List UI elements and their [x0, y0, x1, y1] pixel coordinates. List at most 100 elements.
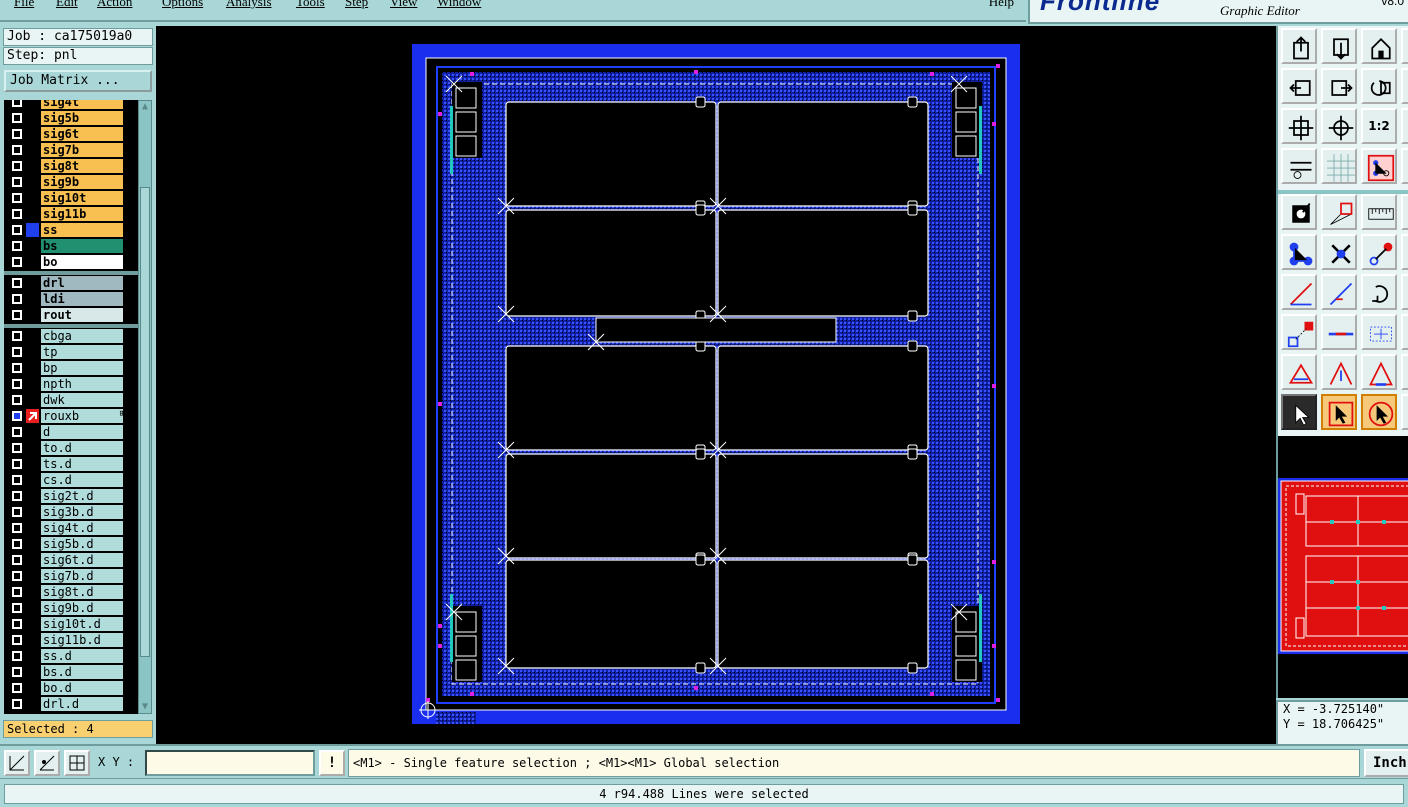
home-button[interactable]: [1361, 28, 1397, 64]
layer-color-indicator[interactable]: [26, 425, 39, 439]
layer-color-indicator[interactable]: [26, 617, 39, 631]
zoom-1-2-button[interactable]: 1:2: [1361, 108, 1397, 144]
layer-name[interactable]: bo: [41, 255, 123, 269]
layer-name[interactable]: sig8t: [41, 159, 123, 173]
layer-name[interactable]: sig6t: [41, 127, 123, 141]
layer-expand-icon[interactable]: ⊞: [120, 409, 125, 419]
open-job-button[interactable]: [1281, 28, 1317, 64]
layer-row-sig5b[interactable]: sig5b: [4, 110, 138, 126]
layer-row-to-d[interactable]: to.d: [4, 440, 138, 456]
layer-checkbox[interactable]: [12, 177, 22, 187]
menu-action[interactable]: Action: [97, 0, 132, 10]
layer-name[interactable]: bs.d: [41, 665, 123, 679]
menu-analysis[interactable]: Analysis: [226, 0, 272, 10]
layer-color-indicator[interactable]: [26, 361, 39, 375]
scroll-down-arrow-icon[interactable]: ▼: [139, 701, 151, 713]
triangle-up-button[interactable]: [1321, 354, 1357, 390]
layer-checkbox[interactable]: [12, 100, 22, 107]
zoom-forward-button[interactable]: [1321, 68, 1357, 104]
layer-name[interactable]: sig5b.d: [41, 537, 123, 551]
layer-checkbox[interactable]: [12, 225, 22, 235]
layer-row-npth[interactable]: npth: [4, 376, 138, 392]
layer-name[interactable]: bp: [41, 361, 123, 375]
layer-checkbox[interactable]: [12, 603, 22, 613]
layer-name[interactable]: cs.d: [41, 473, 123, 487]
layer-color-indicator[interactable]: [26, 276, 39, 290]
layer-color-indicator[interactable]: [26, 159, 39, 173]
layer-checkbox[interactable]: [12, 379, 22, 389]
tool-button-clipped[interactable]: [1401, 234, 1408, 270]
pointer-select-button[interactable]: [1281, 394, 1317, 430]
layer-row-cs-d[interactable]: cs.d: [4, 472, 138, 488]
layer-color-indicator[interactable]: [26, 127, 39, 141]
panel-drawing[interactable]: [156, 26, 1276, 744]
tool-button-clipped[interactable]: [1401, 28, 1408, 64]
snap-center-button[interactable]: [1361, 314, 1397, 350]
layer-name[interactable]: sig11b.d: [41, 633, 123, 647]
layer-row-sig7b[interactable]: sig7b: [4, 142, 138, 158]
layer-row-sig11b[interactable]: sig11b: [4, 206, 138, 222]
connect-button[interactable]: [1281, 234, 1317, 270]
menu-window[interactable]: Window: [437, 0, 481, 10]
layer-row-sig6t-d[interactable]: sig6t.d: [4, 552, 138, 568]
layer-checkbox[interactable]: [12, 475, 22, 485]
rotate-button[interactable]: [1361, 274, 1397, 310]
layer-row-d[interactable]: d: [4, 424, 138, 440]
layer-checkbox[interactable]: [12, 619, 22, 629]
layer-checkbox[interactable]: [12, 363, 22, 373]
pointer-box-button[interactable]: [1321, 394, 1357, 430]
layer-snap-button[interactable]: [1361, 148, 1397, 184]
layer-checkbox[interactable]: [12, 667, 22, 677]
layer-checkbox[interactable]: [12, 193, 22, 203]
layer-row-sig4t-d[interactable]: sig4t.d: [4, 520, 138, 536]
layer-row-cbga[interactable]: cbga: [4, 328, 138, 344]
menu-options[interactable]: Options: [162, 0, 203, 10]
pointer-zoom-button[interactable]: [1361, 394, 1397, 430]
xy-input[interactable]: [145, 750, 315, 776]
layer-name[interactable]: dwk: [41, 393, 123, 407]
layer-row-sig6t[interactable]: sig6t: [4, 126, 138, 142]
delete-button[interactable]: [1321, 234, 1357, 270]
layer-checkbox[interactable]: [12, 427, 22, 437]
layer-name[interactable]: drl: [41, 276, 123, 290]
layer-color-indicator[interactable]: [26, 457, 39, 471]
zoom-home-button[interactable]: [1321, 108, 1357, 144]
scroll-up-arrow-icon[interactable]: ▲: [139, 101, 151, 113]
layer-name[interactable]: sig8t.d: [41, 585, 123, 599]
board-cell-3-2[interactable]: [717, 340, 929, 456]
layer-checkbox[interactable]: [12, 113, 22, 123]
snap-mode-button[interactable]: [4, 750, 30, 776]
layer-color-indicator[interactable]: [26, 143, 39, 157]
layer-color-indicator[interactable]: [26, 223, 39, 237]
layer-color-indicator[interactable]: [26, 649, 39, 663]
layer-color-indicator[interactable]: [26, 175, 39, 189]
layer-color-indicator[interactable]: [26, 207, 39, 221]
layer-checkbox[interactable]: [12, 443, 22, 453]
layer-color-indicator[interactable]: [26, 308, 39, 322]
tool-button-clipped[interactable]: [1401, 108, 1408, 144]
layer-checkbox[interactable]: [12, 209, 22, 219]
layer-color-indicator[interactable]: [26, 441, 39, 455]
layer-row-sig7b-d[interactable]: sig7b.d: [4, 568, 138, 584]
board-cell-2-2[interactable]: [717, 204, 929, 322]
layer-checkbox[interactable]: [12, 310, 22, 320]
layer-color-indicator[interactable]: [26, 255, 39, 269]
board-cell-4-1[interactable]: [505, 448, 717, 564]
layer-checkbox[interactable]: [12, 635, 22, 645]
center-slot[interactable]: [595, 317, 837, 343]
board-cell-5-2[interactable]: [717, 554, 929, 674]
board-cell-2-1[interactable]: [505, 204, 717, 322]
layer-color-indicator[interactable]: [26, 345, 39, 359]
layer-checkbox[interactable]: [12, 411, 22, 421]
reset-zoom-button[interactable]: [1361, 68, 1397, 104]
layer-checkbox[interactable]: [12, 699, 22, 709]
layer-color-indicator[interactable]: [26, 377, 39, 391]
units-button[interactable]: Inch: [1364, 749, 1408, 777]
layer-name[interactable]: sig7b: [41, 143, 123, 157]
layer-checkbox[interactable]: [12, 523, 22, 533]
tool-button-clipped[interactable]: [1401, 394, 1408, 430]
layer-name[interactable]: sig4t.d: [41, 521, 123, 535]
zoom-back-button[interactable]: [1281, 68, 1317, 104]
layer-name[interactable]: sig10t: [41, 191, 123, 205]
layer-name[interactable]: tp: [41, 345, 123, 359]
